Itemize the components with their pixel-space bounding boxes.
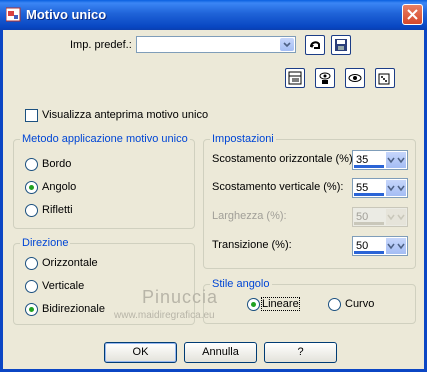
watermark-name: Pinuccia (142, 287, 219, 307)
radio-curvo[interactable] (328, 298, 341, 311)
radio-orizzontale[interactable] (25, 257, 38, 270)
proof-button[interactable] (315, 68, 335, 88)
radio-verticale[interactable] (25, 280, 38, 293)
direction-group-title: Direzione (20, 237, 71, 249)
close-button[interactable] (402, 4, 423, 25)
spin-down-icon[interactable] (386, 152, 396, 168)
radio-orizzontale-label: Orizzontale (42, 257, 98, 269)
spin-down-icon (386, 209, 396, 225)
randomize-button[interactable] (375, 68, 395, 88)
radio-curvo-label: Curvo (345, 298, 375, 310)
window-title: Motivo unico (26, 7, 107, 22)
corner-group-title: Stile angolo (210, 278, 272, 290)
offset-h-bar (354, 165, 384, 168)
radio-bordo[interactable] (25, 158, 38, 171)
transition-bar (354, 251, 384, 254)
ok-button[interactable]: OK (104, 342, 177, 363)
dropdown-arrow-icon[interactable] (396, 180, 406, 196)
preset-label: Imp. predef.: (70, 39, 132, 51)
settings-group-title: Impostazioni (210, 133, 276, 145)
offset-v-label: Scostamento verticale (%): (212, 181, 344, 193)
offset-v-spinner[interactable]: 55 (352, 178, 408, 198)
dice-icon (378, 73, 390, 85)
spin-down-icon[interactable] (386, 180, 396, 196)
cancel-button[interactable]: Annulla (184, 342, 257, 363)
app-icon (5, 7, 21, 22)
preview-checkbox[interactable] (25, 109, 38, 122)
width-bar (354, 222, 384, 225)
chevron-down-icon[interactable] (280, 38, 294, 51)
radio-bordo-label: Bordo (42, 158, 72, 170)
reset-preset-button[interactable] (305, 35, 325, 55)
window-layout-icon (288, 71, 302, 85)
offset-v-bar (354, 193, 384, 196)
floppy-disk-icon (335, 39, 347, 51)
watermark-url: www.maidiregrafica.eu (114, 310, 215, 321)
layout-button[interactable] (285, 68, 305, 88)
transition-label: Transizione (%): (212, 239, 292, 251)
radio-rifletti[interactable] (25, 204, 38, 217)
offset-h-spinner[interactable]: 35 (352, 150, 408, 170)
auto-proof-button[interactable] (345, 68, 365, 88)
transition-spinner[interactable]: 50 (352, 236, 408, 256)
spin-down-icon[interactable] (386, 238, 396, 254)
radio-angolo[interactable] (25, 181, 38, 194)
method-group-title: Metodo applicazione motivo unico (20, 133, 190, 145)
radio-lineare[interactable] (247, 298, 260, 311)
radio-rifletti-label: Rifletti (42, 204, 73, 216)
offset-h-label: Scostamento orizzontale (%): (212, 153, 356, 165)
dropdown-arrow-icon (396, 209, 406, 225)
eye-icon (348, 74, 362, 82)
radio-angolo-label: Angolo (42, 181, 77, 193)
close-icon (407, 9, 418, 20)
preset-combo[interactable] (136, 36, 296, 53)
width-label: Larghezza (%): (212, 210, 287, 222)
help-button[interactable]: ? (264, 342, 337, 363)
radio-bidirezionale-label: Bidirezionale (42, 303, 105, 315)
corner-group (203, 284, 416, 324)
method-group (13, 139, 195, 229)
hand-eye-icon (319, 72, 331, 84)
title-bar: Motivo unico (0, 0, 427, 30)
undo-arrow-icon (310, 41, 320, 49)
width-spinner: 50 (352, 207, 408, 227)
dropdown-arrow-icon[interactable] (396, 238, 406, 254)
save-preset-button[interactable] (331, 35, 351, 55)
preview-checkbox-label: Visualizza anteprima motivo unico (42, 109, 209, 121)
radio-lineare-label: Lineare (261, 297, 300, 311)
dropdown-arrow-icon[interactable] (396, 152, 406, 168)
radio-verticale-label: Verticale (42, 280, 85, 292)
radio-bidirezionale[interactable] (25, 303, 38, 316)
